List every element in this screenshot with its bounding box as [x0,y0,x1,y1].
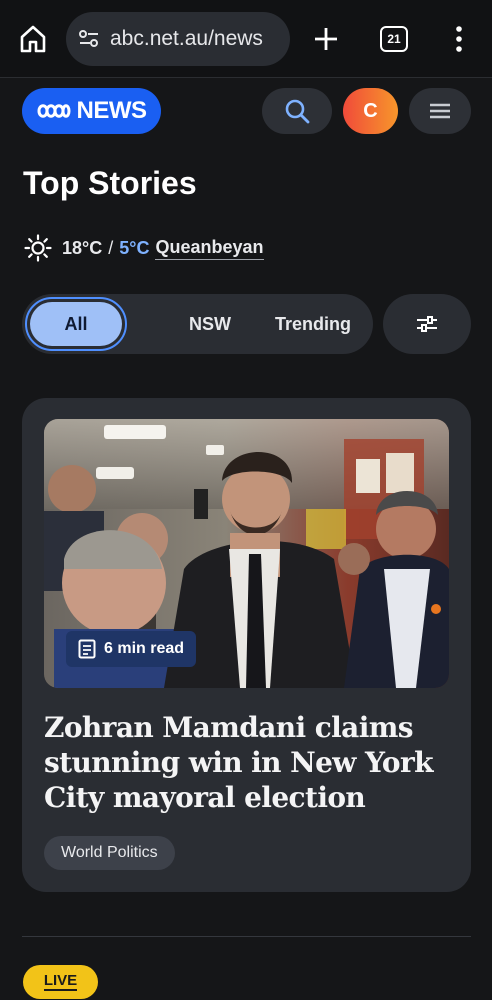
temperature-low: 5°C [119,237,150,258]
tab-all[interactable]: All [22,294,130,354]
story-filter-tabs: All NSW Trending [22,294,373,354]
tab-all-label: All [30,302,122,346]
weather-widget: 18°C / 5°C Queanbeyan [24,234,264,262]
address-bar[interactable]: abc.net.au/news [66,12,290,66]
abc-news-logo[interactable]: NEWS [22,88,161,134]
abc-logo-icon [37,104,70,118]
main-menu-button[interactable] [409,88,471,134]
temperature-high: 18°C [62,237,103,258]
article-icon [78,639,96,659]
site-settings-icon[interactable] [78,28,100,50]
search-icon [285,99,310,124]
story-image[interactable]: 6 min read [44,419,449,688]
browser-toolbar: abc.net.au/news 21 [0,0,492,78]
weather-location-link[interactable]: Queanbeyan [155,237,264,260]
tab-trending[interactable]: Trending [258,294,368,354]
tab-count: 21 [387,32,401,46]
new-tab-icon [315,28,337,50]
temperature-separator: / [108,237,114,258]
section-divider [22,936,471,937]
tab-switcher-button[interactable]: 21 [380,26,408,52]
story-headline[interactable]: Zohran Mamdani claims stunning win in Ne… [44,710,454,815]
read-time-badge: 6 min read [66,631,197,667]
page-title: Top Stories [23,165,197,201]
story-card[interactable]: 6 min read Zohran Mamdani claims stunnin… [22,398,471,892]
avatar-initial: C [363,99,378,122]
sun-icon [24,234,52,262]
new-tab-button[interactable] [309,22,343,56]
overflow-menu-button[interactable] [447,22,471,56]
sliders-icon [417,316,437,332]
filter-settings-button[interactable] [383,294,471,354]
home-icon [20,25,46,53]
live-badge-text: LIVE [43,972,78,991]
read-time-text: 6 min read [104,640,185,657]
url-text: abc.net.au/news [110,27,263,50]
live-badge: LIVE [23,965,98,999]
tab-nsw[interactable]: NSW [150,294,270,354]
search-button[interactable] [262,88,332,134]
home-button[interactable] [16,22,50,56]
logo-text: NEWS [76,97,148,124]
account-avatar[interactable]: C [343,88,398,134]
tab-all-focus-ring: All [25,297,127,351]
overflow-menu-icon [456,26,462,52]
hamburger-icon [430,103,450,119]
topic-tag[interactable]: World Politics [44,836,175,870]
